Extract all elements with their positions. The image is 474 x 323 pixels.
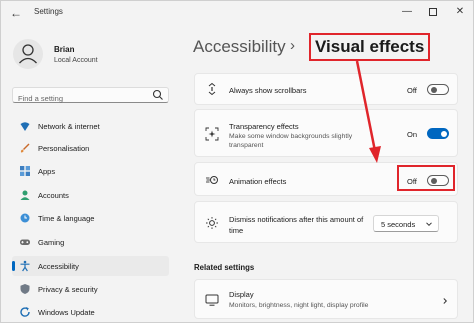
breadcrumb-parent[interactable]: Accessibility (193, 37, 286, 57)
sidebar-item-label: Accounts (38, 191, 69, 200)
minimize-button[interactable]: — (400, 5, 414, 19)
sidebar-item-windows-update[interactable]: Windows Update (12, 302, 169, 322)
sidebar-item-network[interactable]: Network & internet (12, 116, 169, 136)
back-arrow-icon[interactable]: ← (9, 6, 23, 20)
title-bar: ← Settings — ✕ (1, 1, 473, 25)
person-silhouette-icon (19, 44, 37, 64)
setting-title: Transparency effects (229, 122, 299, 131)
account-type: Local Account (54, 57, 98, 64)
window-title: Settings (34, 7, 63, 16)
related-settings-heading: Related settings (194, 263, 255, 272)
setting-description: Monitors, brightness, night light, displ… (229, 302, 369, 309)
sidebar-item-label: Time & language (38, 214, 95, 223)
wifi-icon (20, 122, 30, 131)
setting-description: Make some window backgrounds slightly tr… (229, 133, 353, 149)
page-title: Visual effects (309, 33, 431, 61)
person-icon (20, 190, 30, 200)
toggle-state-label: Off (407, 86, 417, 95)
setting-title: Animation effects (229, 177, 287, 186)
toggle-state-label: On (407, 130, 418, 139)
chevron-right-icon (443, 298, 448, 304)
setting-scrollbars[interactable]: Always show scrollbars Off (194, 73, 458, 105)
shield-icon (20, 284, 30, 294)
scrollbars-toggle[interactable] (427, 84, 449, 95)
setting-title: Always show scrollbars (229, 86, 307, 95)
close-button[interactable]: ✕ (453, 5, 467, 19)
brush-icon (20, 143, 30, 153)
transparency-sparkle-icon (205, 127, 219, 141)
annotation-highlight-box (397, 165, 455, 191)
setting-transparency[interactable]: Transparency effects Make some window ba… (194, 109, 458, 157)
monitor-icon (205, 294, 219, 306)
setting-display[interactable]: Display Monitors, brightness, night ligh… (194, 279, 458, 319)
user-name: Brian (54, 45, 75, 54)
setting-title: Dismiss notifications after this amount … (229, 215, 364, 235)
transparency-toggle[interactable] (427, 128, 449, 139)
accessibility-icon (20, 260, 30, 272)
sidebar-item-time-language[interactable]: Time & language (12, 208, 169, 228)
scrollbar-icon (208, 82, 216, 96)
sidebar-item-label: Windows Update (38, 308, 95, 317)
active-indicator (12, 261, 15, 271)
sidebar-item-label: Personalisation (38, 144, 90, 153)
sidebar-item-label: Network & internet (38, 122, 100, 131)
notification-duration-select[interactable]: 5 seconds (373, 215, 439, 232)
avatar[interactable] (13, 39, 43, 69)
search-icon (152, 89, 163, 100)
setting-title: Display (229, 290, 254, 299)
sidebar-item-label: Accessibility (38, 262, 79, 271)
sidebar-item-accessibility[interactable]: Accessibility (12, 256, 169, 276)
search-input[interactable] (13, 91, 143, 106)
update-icon (20, 307, 30, 317)
gamepad-icon (20, 239, 30, 245)
sidebar-item-accounts[interactable]: Accounts (12, 185, 169, 205)
animation-icon (206, 176, 218, 184)
search-box[interactable] (12, 87, 169, 106)
sidebar-item-gaming[interactable]: Gaming (12, 232, 169, 252)
globe-clock-icon (20, 213, 30, 223)
sun-icon (206, 217, 218, 229)
apps-icon (20, 166, 30, 176)
sidebar-item-label: Apps (38, 167, 56, 176)
sidebar-item-personalisation[interactable]: Personalisation (12, 138, 169, 158)
sidebar-item-label: Gaming (38, 238, 65, 247)
sidebar-item-label: Privacy & security (38, 285, 98, 294)
maximize-button[interactable] (426, 5, 440, 19)
breadcrumb-separator: › (290, 37, 295, 54)
sidebar-item-apps[interactable]: Apps (12, 161, 169, 181)
chevron-down-icon (426, 222, 432, 227)
sidebar-item-privacy[interactable]: Privacy & security (12, 279, 169, 299)
select-value: 5 seconds (381, 220, 416, 229)
